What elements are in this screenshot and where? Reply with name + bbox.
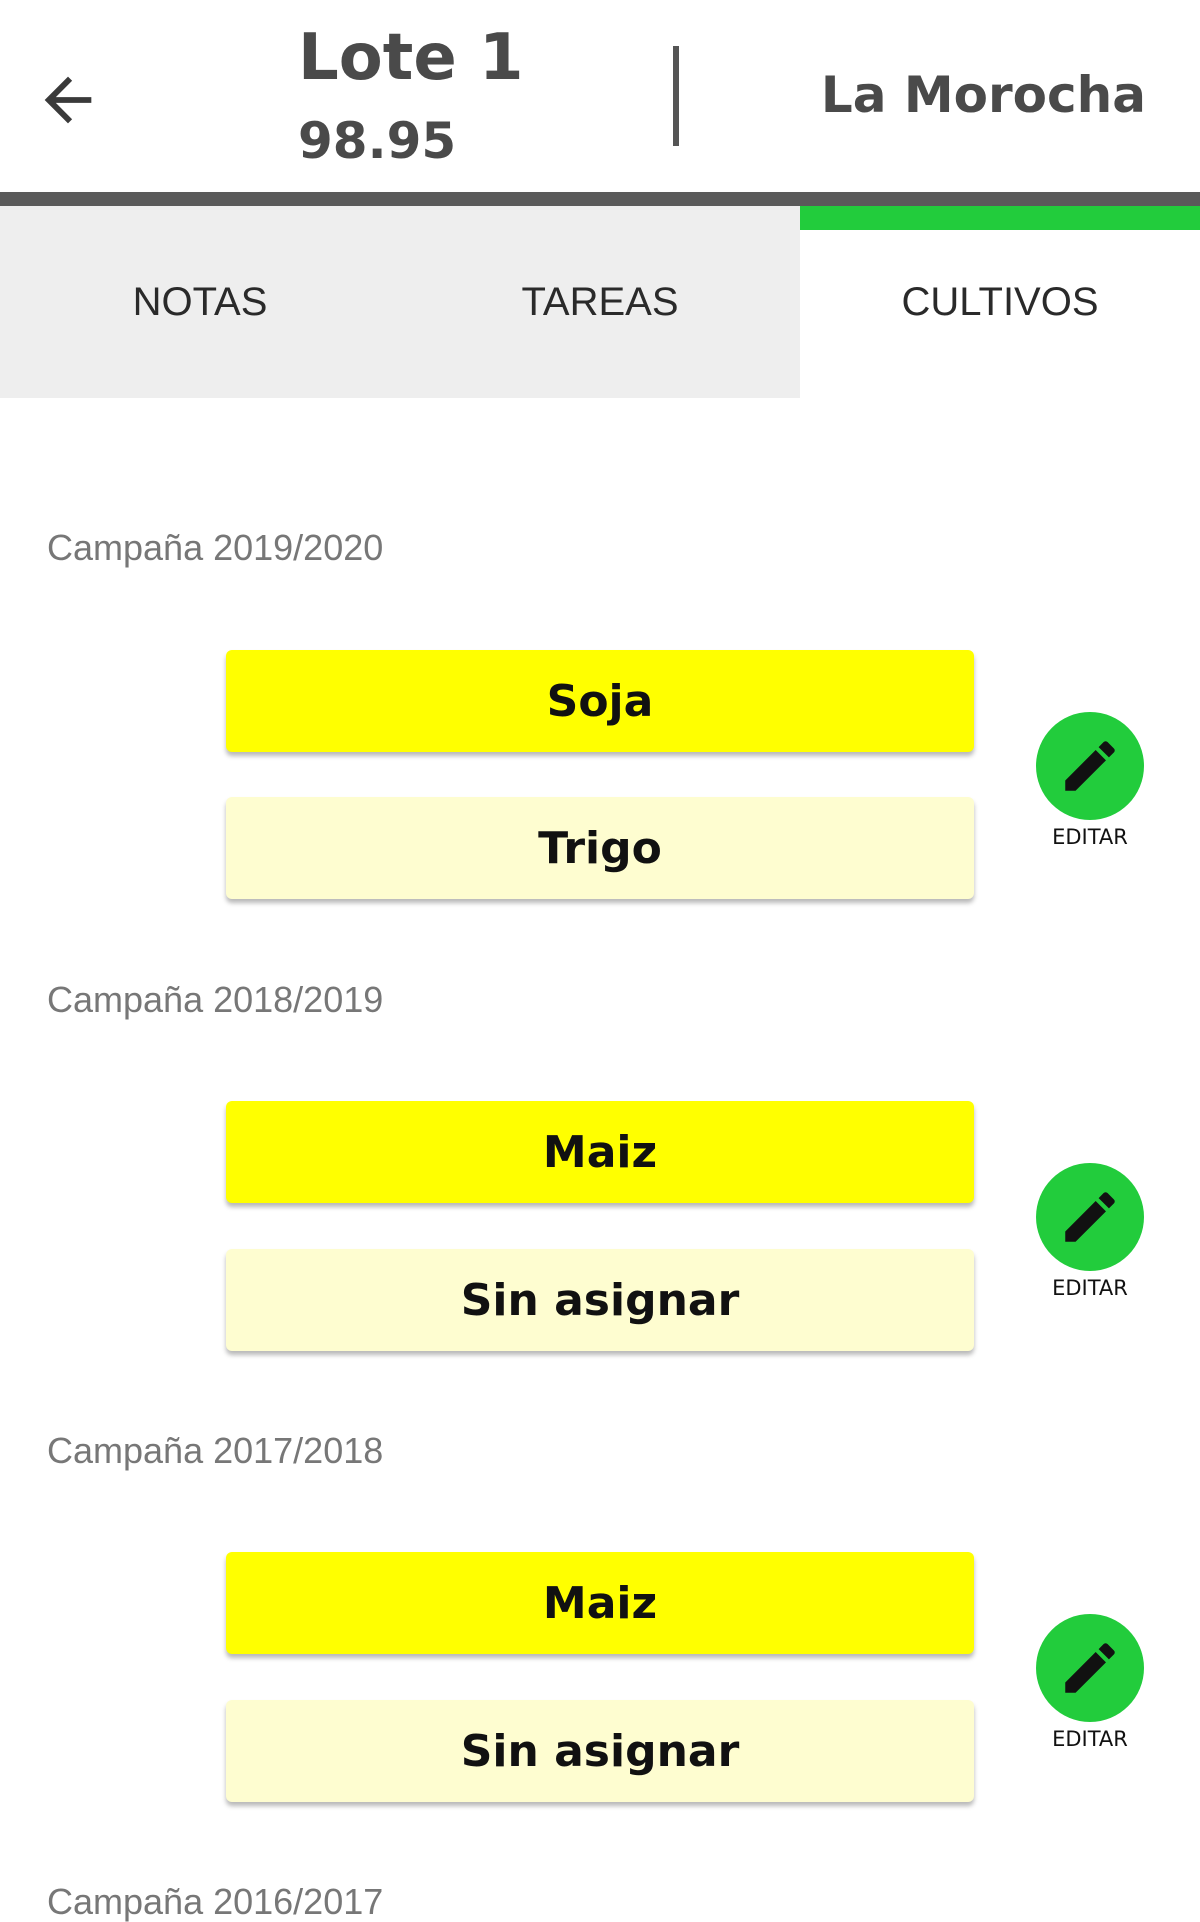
header-divider (673, 46, 679, 146)
edit-label: EDITAR (1052, 825, 1128, 849)
primary-crop-button[interactable]: Maiz (226, 1552, 974, 1654)
app-header: Lote 1 98.95 La Morocha (0, 0, 1200, 192)
tab-notas[interactable]: NOTAS (0, 206, 400, 398)
arrow-left-icon (44, 76, 92, 124)
pencil-icon (1065, 741, 1115, 791)
edit-campaign-button[interactable]: EDITAR (1030, 1163, 1150, 1299)
farm-name: La Morocha (820, 66, 1146, 124)
pencil-icon (1065, 1192, 1115, 1242)
campaign-label: Campaña 2016/2017 (47, 1881, 384, 1922)
lot-title: Lote 1 (298, 21, 524, 95)
pencil-icon (1065, 1643, 1115, 1693)
back-button[interactable] (26, 58, 110, 142)
edit-fab[interactable] (1036, 1614, 1144, 1722)
edit-fab[interactable] (1036, 712, 1144, 820)
primary-crop-button[interactable]: Soja (226, 650, 974, 752)
tab-label: NOTAS (132, 279, 268, 324)
secondary-crop-button[interactable]: Sin asignar (226, 1700, 974, 1802)
tab-label: CULTIVOS (901, 279, 1099, 324)
primary-crop-button[interactable]: Maiz (226, 1101, 974, 1203)
tab-tareas[interactable]: TAREAS (400, 206, 800, 398)
secondary-crop-button[interactable]: Sin asignar (226, 1249, 974, 1351)
edit-label: EDITAR (1052, 1276, 1128, 1300)
active-tab-indicator (800, 206, 1200, 230)
edit-campaign-button[interactable]: EDITAR (1030, 1614, 1150, 1750)
campaign-label: Campaña 2019/2020 (47, 527, 384, 568)
lot-area: 98.95 (298, 112, 457, 170)
secondary-crop-button[interactable]: Trigo (226, 797, 974, 899)
edit-fab[interactable] (1036, 1163, 1144, 1271)
tab-label: TAREAS (521, 279, 679, 324)
campaign-label: Campaña 2018/2019 (47, 979, 384, 1020)
campaign-label: Campaña 2017/2018 (47, 1430, 384, 1471)
header-separator-bar (0, 192, 1200, 206)
edit-label: EDITAR (1052, 1727, 1128, 1751)
edit-campaign-button[interactable]: EDITAR (1030, 712, 1150, 848)
tab-bar: NOTAS TAREAS CULTIVOS (0, 206, 1200, 398)
tab-cultivos[interactable]: CULTIVOS (800, 206, 1200, 398)
